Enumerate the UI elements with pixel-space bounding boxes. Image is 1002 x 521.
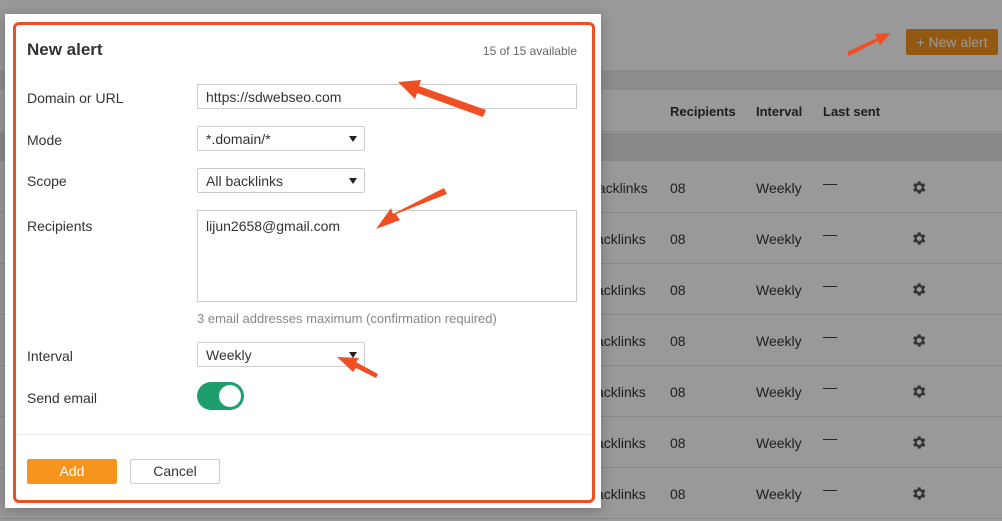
interval-label: Interval xyxy=(27,348,73,364)
scope-label: Scope xyxy=(27,173,67,189)
toggle-knob xyxy=(219,385,241,407)
recipients-label: Recipients xyxy=(27,218,93,234)
mode-select-value: *.domain/* xyxy=(206,131,271,147)
new-alert-dialog: New alert 15 of 15 available Domain or U… xyxy=(5,14,601,508)
dialog-footer-divider xyxy=(16,434,592,435)
recipients-textarea[interactable]: lijun2658@gmail.com xyxy=(197,210,577,302)
scope-select[interactable]: All backlinks xyxy=(197,168,365,193)
interval-select[interactable]: Weekly xyxy=(197,342,365,367)
send-email-toggle[interactable] xyxy=(197,382,244,410)
domain-input[interactable]: https://sdwebseo.com xyxy=(197,84,577,109)
interval-select-value: Weekly xyxy=(206,347,252,363)
caret-down-icon xyxy=(349,136,357,142)
caret-down-icon xyxy=(349,352,357,358)
cancel-button[interactable]: Cancel xyxy=(130,459,220,484)
send-email-label: Send email xyxy=(27,390,98,406)
recipients-hint: 3 email addresses maximum (confirmation … xyxy=(197,311,497,326)
scope-select-value: All backlinks xyxy=(206,173,284,189)
add-button[interactable]: Add xyxy=(27,459,117,484)
domain-label: Domain or URL xyxy=(27,90,124,106)
dialog-title: New alert xyxy=(27,40,103,59)
mode-select[interactable]: *.domain/* xyxy=(197,126,365,151)
caret-down-icon xyxy=(349,178,357,184)
alerts-available-count: 15 of 15 available xyxy=(482,44,577,58)
mode-label: Mode xyxy=(27,132,63,148)
